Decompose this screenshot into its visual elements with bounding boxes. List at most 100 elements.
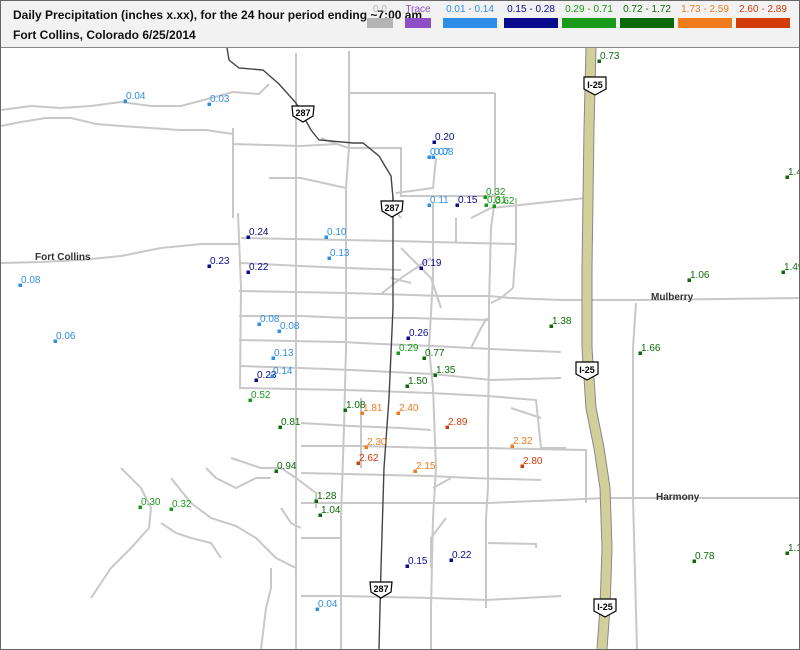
station-marker[interactable]: 1.66 — [638, 343, 661, 355]
station-value-label: 1.50 — [408, 376, 428, 387]
map-subtitle: Fort Collins, Colorado 6/25/2014 — [13, 28, 196, 42]
i25-shield-mid: I-25 — [575, 361, 599, 381]
legend-label: 0.29 - 0.71 — [565, 4, 613, 15]
us287-shield-south: 287 — [369, 581, 393, 599]
us287-shield-mid: 287 — [380, 200, 404, 218]
station-marker[interactable]: 0.81 — [278, 417, 301, 429]
station-value-label: 1.06 — [690, 270, 710, 281]
station-marker[interactable]: 2.62 — [356, 453, 379, 465]
station-marker[interactable]: 0.77 — [422, 348, 445, 360]
station-marker[interactable]: 2.80 — [520, 456, 543, 468]
station-value-label: 2.62 — [359, 453, 379, 464]
station-value-label: 0.08 — [280, 321, 300, 332]
station-marker[interactable]: 1.06 — [687, 270, 710, 282]
legend-label: 0.72 - 1.72 — [623, 4, 671, 15]
station-marker[interactable]: 0.15 — [405, 556, 428, 568]
station-marker[interactable]: 0.29 — [396, 343, 419, 355]
station-value-label: 1.04 — [321, 505, 341, 516]
station-marker[interactable]: 1.38 — [549, 316, 572, 328]
station-value-label: 0.04 — [318, 599, 338, 610]
legend-item-0: 0.0 — [365, 4, 395, 28]
station-marker[interactable]: 2.30 — [364, 437, 387, 449]
legend-item-3: 0.15 - 0.28 — [502, 4, 560, 28]
precip-map: 287 287 287 I-25 I-25 I-25 Fort Collins … — [1, 48, 799, 649]
station-marker[interactable]: 2.15 — [413, 461, 436, 473]
legend-label: 0.01 - 0.14 — [446, 4, 494, 15]
station-marker[interactable]: 2.40 — [396, 403, 419, 415]
map-frame: Daily Precipitation (inches x.xx), for t… — [0, 0, 800, 650]
station-marker[interactable]: 0.13 — [271, 348, 294, 360]
us287-highway — [226, 48, 394, 649]
station-value-label: 0.29 — [399, 343, 419, 354]
station-value-label: 1.1 — [788, 543, 799, 554]
station-marker[interactable]: 0.04 — [315, 599, 338, 611]
station-marker[interactable]: 0.08 — [431, 147, 454, 159]
station-marker[interactable]: 0.08 — [257, 314, 280, 326]
i25-shield-south: I-25 — [593, 598, 617, 618]
i25-shield-north-label: I-25 — [587, 80, 603, 90]
station-marker[interactable]: 0.08 — [277, 321, 300, 333]
station-marker[interactable]: 0.08 — [18, 275, 41, 287]
station-marker[interactable]: 2.32 — [510, 436, 533, 448]
station-marker[interactable]: 0.26 — [406, 328, 429, 340]
station-marker[interactable]: 1.49 — [781, 262, 800, 274]
station-marker[interactable]: 0.14 — [270, 366, 293, 378]
i25-shield-mid-label: I-25 — [579, 365, 595, 375]
station-value-label: 2.40 — [399, 403, 419, 414]
legend-item-1: Trace — [403, 4, 433, 28]
station-marker[interactable]: 2.89 — [445, 417, 468, 429]
legend-item-7: 2.60 - 2.89 — [734, 4, 792, 28]
station-value-label: 0.20 — [435, 132, 455, 143]
station-value-label: 0.22 — [452, 550, 472, 561]
legend-swatch — [620, 18, 674, 28]
station-value-label: 0.11 — [430, 195, 449, 206]
legend-swatch — [367, 18, 393, 28]
station-value-label: 0.52 — [251, 390, 271, 401]
station-marker[interactable]: 0.19 — [419, 258, 442, 270]
station-marker[interactable]: 0.04 — [123, 91, 146, 103]
map-header: Daily Precipitation (inches x.xx), for t… — [1, 1, 799, 48]
us287-shield-north-label: 287 — [295, 108, 310, 118]
station-marker[interactable]: 0.11 — [427, 195, 450, 207]
legend-swatch — [736, 18, 790, 28]
station-marker[interactable]: 0.22 — [449, 550, 472, 562]
station-marker[interactable]: 0.32 — [169, 499, 192, 511]
station-value-label: 1.4 — [788, 167, 799, 178]
station-marker[interactable]: 0.73 — [597, 51, 620, 63]
station-value-label: 0.26 — [409, 328, 429, 339]
legend-item-2: 0.01 - 0.14 — [441, 4, 499, 28]
station-marker[interactable]: 0.78 — [692, 551, 715, 563]
station-marker[interactable]: 0.30 — [138, 497, 161, 509]
station-marker[interactable]: 0.13 — [327, 248, 350, 260]
observation-layer: 0.04 0.030.730.200.070.080.320.11 0.15 0.31… — [18, 51, 800, 611]
station-marker[interactable]: 0.15 — [455, 195, 478, 207]
station-marker[interactable]: 0.03 — [207, 94, 230, 106]
station-marker[interactable]: 0.62 — [492, 196, 515, 208]
place-label-harmony: Harmony — [656, 492, 700, 503]
station-value-label: 0.22 — [249, 262, 269, 273]
station-marker[interactable]: 0.10 — [324, 227, 347, 239]
station-marker[interactable]: 0.24 — [246, 227, 269, 239]
station-marker[interactable]: 0.06 — [53, 331, 76, 343]
station-value-label: 1.38 — [552, 316, 572, 327]
legend-label: Trace — [405, 4, 431, 15]
station-marker[interactable]: 1.4 — [785, 167, 800, 179]
station-value-label: 0.08 — [260, 314, 280, 325]
station-marker[interactable]: 0.52 — [248, 390, 271, 402]
station-value-label: 2.15 — [416, 461, 436, 472]
i25-shield-south-label: I-25 — [597, 602, 613, 612]
station-marker[interactable]: 0.20 — [432, 132, 455, 144]
station-marker[interactable]: 1.28 — [314, 491, 337, 503]
station-marker[interactable]: 0.23 — [207, 256, 230, 268]
station-marker[interactable]: 0.22 — [246, 262, 269, 274]
station-marker[interactable]: 1.04 — [318, 505, 341, 517]
station-value-label: 0.13 — [274, 348, 294, 359]
station-marker[interactable]: 1.50 — [405, 376, 428, 388]
legend-swatch — [405, 18, 431, 28]
station-marker[interactable]: 1.35 — [433, 365, 456, 377]
station-marker[interactable]: 1.81 — [360, 403, 383, 415]
station-marker[interactable]: 1.1 — [785, 543, 800, 555]
station-value-label: 0.03 — [210, 94, 230, 105]
station-value-label: 2.30 — [367, 437, 387, 448]
station-marker[interactable]: 0.94 — [274, 461, 297, 473]
